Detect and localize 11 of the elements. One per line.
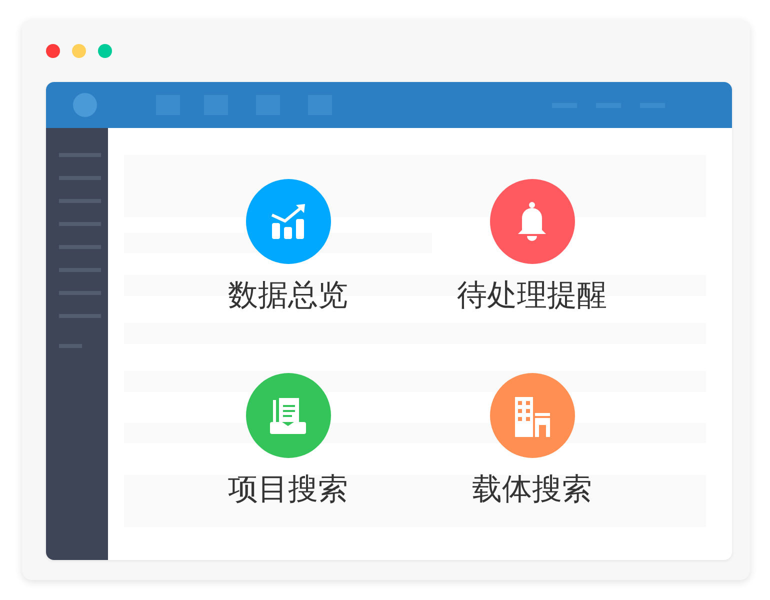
maximize-button[interactable] xyxy=(98,44,112,58)
feature-label[interactable]: 数据总览 xyxy=(228,278,348,314)
document-tray-icon xyxy=(268,396,308,436)
feature-label[interactable]: 待处理提醒 xyxy=(457,278,607,314)
minimize-button[interactable] xyxy=(72,44,86,58)
logo-placeholder xyxy=(73,93,97,117)
close-button[interactable] xyxy=(46,44,60,58)
feature-label[interactable]: 载体搜索 xyxy=(472,472,592,508)
chart-icon xyxy=(269,202,307,240)
building-icon xyxy=(512,394,552,436)
feature-label[interactable]: 项目搜索 xyxy=(228,472,348,508)
